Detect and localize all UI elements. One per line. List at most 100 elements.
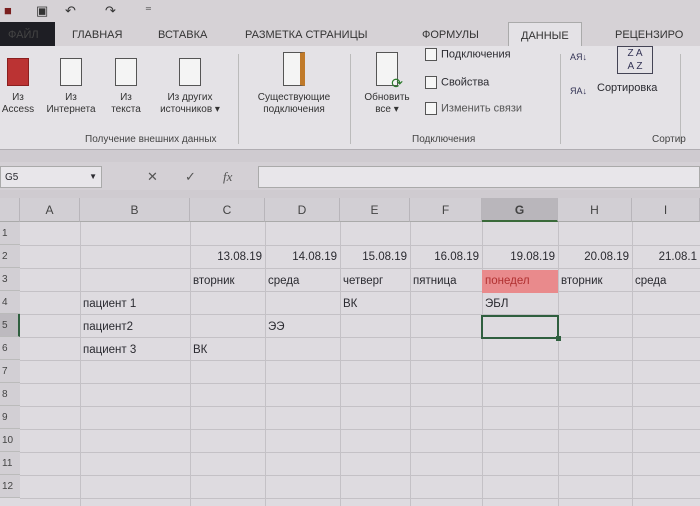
redo-icon[interactable]: ↷ [105,3,116,19]
undo-icon[interactable]: ↶ [65,3,76,19]
label: Из других [167,92,213,103]
column-header-a[interactable]: A [20,198,80,222]
tab-formulas[interactable]: ФОРМУЛЫ [422,22,479,46]
column-header-f[interactable]: F [410,198,482,222]
save-icon[interactable]: ▣ [36,3,48,19]
label: Подключения [441,48,511,61]
cell-b5[interactable]: пациент2 [80,316,190,339]
divider [350,54,351,144]
fill-handle[interactable] [556,336,561,341]
row-gridline [20,406,700,407]
connections-button[interactable]: Подключения [425,48,511,61]
column-header-b[interactable]: B [80,198,190,222]
row-gridline [20,383,700,384]
cell-h3[interactable]: вторник [558,270,632,293]
column-header-h[interactable]: H [558,198,632,222]
divider [560,54,561,144]
edit-links-button[interactable]: Изменить связи [425,102,522,115]
cell-g3[interactable]: понедел [482,270,558,293]
properties-button[interactable]: Свойства [425,76,489,89]
label: Существующие [257,92,331,103]
row-header-10[interactable]: 10 [0,429,20,452]
cell-e3[interactable]: четверг [340,270,410,293]
active-cell-selection[interactable] [481,315,561,341]
tab-data[interactable]: ДАННЫЕ [508,22,582,46]
column-header-i[interactable]: I [632,198,700,222]
column-header-c[interactable]: C [190,198,265,222]
from-access-button[interactable]: Из Access [0,58,36,116]
name-box-value: G5 [5,172,19,183]
label: Access [1,104,35,115]
cancel-icon[interactable]: ✕ [147,169,158,185]
name-box[interactable]: G5 ▼ [0,166,102,188]
spreadsheet-grid[interactable]: A B C D E F G H I 1 2 3 4 5 6 7 8 9 10 11 12 13.08.… [0,198,700,506]
sort-az-icon: АЯ [570,52,583,62]
cell-g2[interactable]: 19.08.19 [482,246,558,269]
label: Из [120,92,132,103]
chevron-down-icon[interactable]: ▼ [89,172,97,181]
enter-icon[interactable]: ✓ [185,169,196,185]
cell-f3[interactable]: пятница [410,270,482,293]
cell-d3[interactable]: среда [265,270,340,293]
customize-icon[interactable]: ⁼ [145,3,152,19]
tab-page-layout[interactable]: РАЗМЕТКА СТРАНИЦЫ [245,22,367,46]
row-header-6[interactable]: 6 [0,337,20,360]
row-header-1[interactable]: 1 [0,222,20,245]
cell-c3[interactable]: вторник [190,270,265,293]
from-other-sources-button[interactable]: Из других источников ▾ [150,58,230,116]
group-label-external-data: Получение внешних данных [85,134,217,145]
tab-insert[interactable]: ВСТАВКА [158,22,207,46]
cell-c6[interactable]: ВК [190,339,265,362]
row-header-11[interactable]: 11 [0,452,20,475]
row-header-5[interactable]: 5 [0,314,20,337]
insert-function-icon[interactable]: fx [223,169,232,185]
refresh-all-button[interactable]: ⟳ Обновить все ▾ [354,52,420,116]
cell-e4[interactable]: ВК [340,293,410,316]
cell-h2[interactable]: 20.08.19 [558,246,632,269]
label: подключения [263,104,325,115]
row-header-3[interactable]: 3 [0,268,20,291]
cell-e2[interactable]: 15.08.19 [340,246,410,269]
from-web-button[interactable]: Из Интернета [42,58,100,116]
cell-i2[interactable]: 21.08.1 [632,246,700,269]
row-header-7[interactable]: 7 [0,360,20,383]
tab-home[interactable]: ГЛАВНАЯ [72,22,122,46]
tab-file[interactable]: ФАЙЛ [0,22,55,46]
formula-controls: ✕ ✓ fx [135,166,255,188]
ribbon: Из Access Из Интернета Из текста Из друг… [0,46,700,150]
row-header-8[interactable]: 8 [0,383,20,406]
cell-g4[interactable]: ЭБЛ [482,293,558,316]
row-header-9[interactable]: 9 [0,406,20,429]
column-gridline [80,222,81,506]
tab-review[interactable]: РЕЦЕНЗИРО [615,22,683,46]
formula-input[interactable] [258,166,700,188]
row-gridline [20,452,700,453]
row-header-12[interactable]: 12 [0,475,20,498]
row-header-4[interactable]: 4 [0,291,20,314]
label: текста [111,104,141,115]
column-header-e[interactable]: E [340,198,410,222]
sort-za-icon: ЯА [570,86,583,96]
cell-d5[interactable]: ЭЭ [265,316,340,339]
sort-button[interactable]: Сортировка [597,82,657,94]
cell-b4[interactable]: пациент 1 [80,293,190,316]
row-header-2[interactable]: 2 [0,245,20,268]
sort-dialog-icon: Z AA Z [617,46,653,74]
cell-c2[interactable]: 13.08.19 [190,246,265,269]
properties-icon [425,76,437,89]
sort-az-button[interactable]: АЯ↓ [570,52,587,62]
column-header-g[interactable]: G [482,198,558,222]
cell-b6[interactable]: пациент 3 [80,339,190,362]
group-label-connections: Подключения [412,134,476,145]
cell-f2[interactable]: 16.08.19 [410,246,482,269]
connections-icon [425,48,437,61]
column-header-d[interactable]: D [265,198,340,222]
cell-i3[interactable]: среда [632,270,700,293]
existing-connections-button[interactable]: Существующие подключения [243,52,345,116]
from-text-button[interactable]: Из текста [105,58,147,116]
sort-za-button[interactable]: ЯА↓ [570,86,587,96]
excel-icon[interactable]: ■ [4,3,12,18]
label: Свойства [441,76,490,89]
cell-d2[interactable]: 14.08.19 [265,246,340,269]
select-all-button[interactable] [0,198,20,222]
